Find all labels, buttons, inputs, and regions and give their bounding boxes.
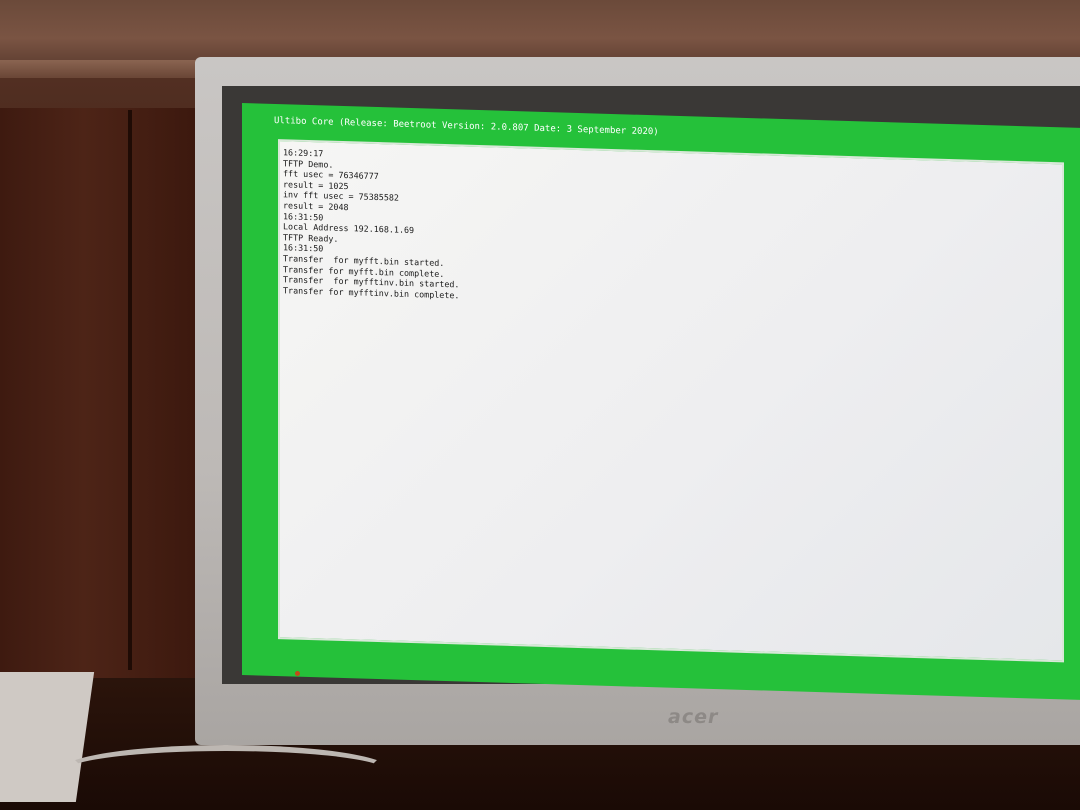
monitor-brand-logo: acer <box>668 706 719 728</box>
photo-scene: acer Ultibo Core (Release: Beetroot Vers… <box>0 0 1080 810</box>
ultibo-screen: Ultibo Core (Release: Beetroot Version: … <box>242 103 1080 700</box>
console-window[interactable]: 16:29:17 TFTP Demo. fft usec = 76346777 … <box>278 139 1064 663</box>
console-title: Ultibo Core (Release: Beetroot Version: … <box>274 115 659 138</box>
console-output: 16:29:17 TFTP Demo. fft usec = 76346777 … <box>280 141 1062 319</box>
wooden-cabinet <box>0 108 210 678</box>
cabinet-seam <box>128 110 132 670</box>
cable <box>60 745 392 797</box>
power-led-icon <box>295 671 300 676</box>
